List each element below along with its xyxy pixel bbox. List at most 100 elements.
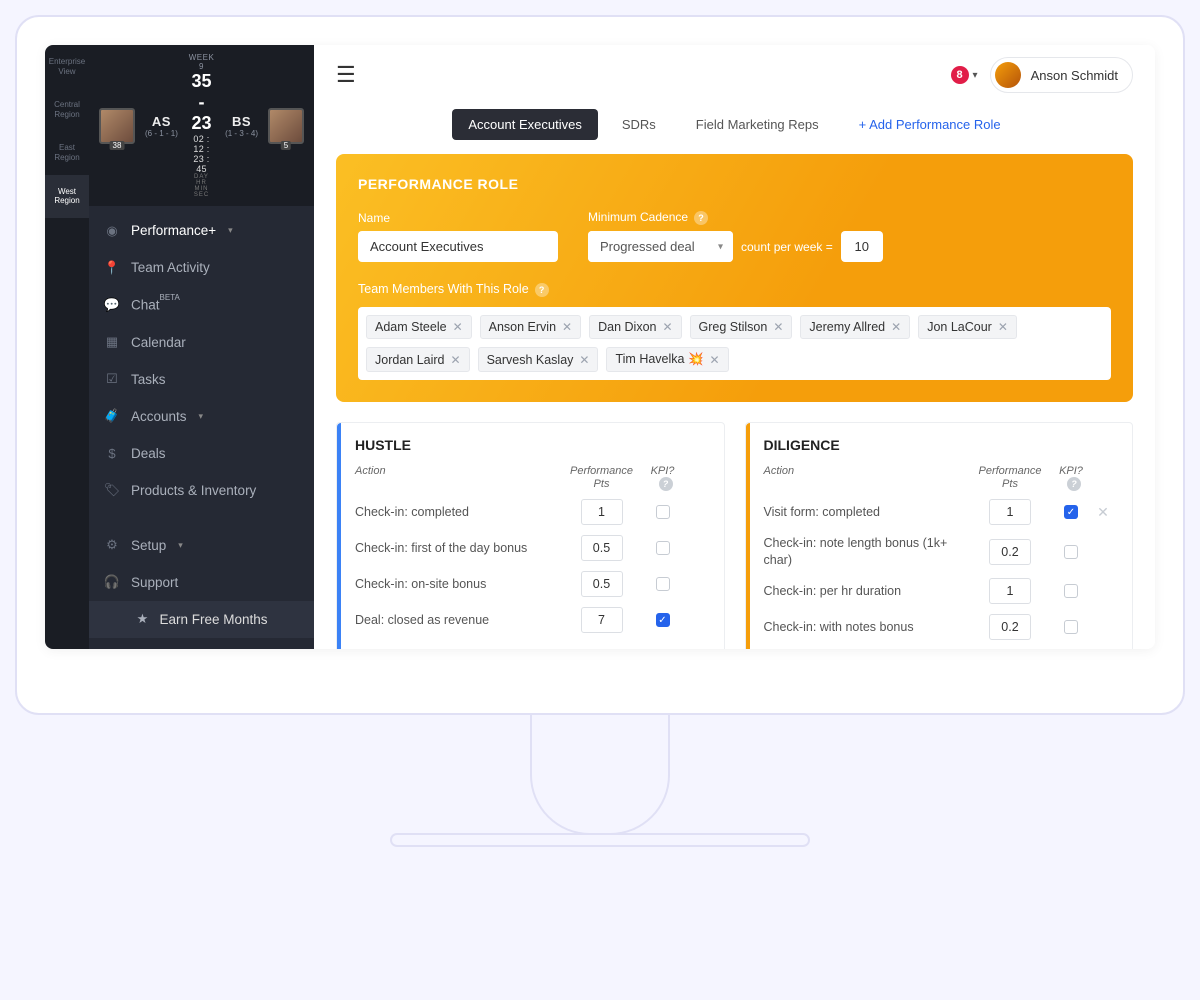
nav-products-label: Products & Inventory [131,483,256,498]
hamburger-icon[interactable]: ☰ [336,62,356,88]
nav-earn-label: Earn Free Months [159,612,267,627]
pts-input[interactable] [581,607,623,633]
rail-west-region[interactable]: West Region [45,175,89,218]
nav-support[interactable]: 🎧 Support [89,564,314,601]
countdown: 02 : 12 : 23 : 45 [188,134,215,174]
member-tag[interactable]: Adam Steele✕ [366,315,472,339]
star-icon: ★ [135,612,149,626]
member-tags[interactable]: Adam Steele✕Anson Ervin✕Dan Dixon✕Greg S… [358,307,1111,380]
remove-icon[interactable]: ✕ [453,320,463,334]
tag-icon: 🏷 [105,483,119,497]
pts-input[interactable] [581,499,623,525]
remove-icon[interactable]: ✕ [579,353,589,367]
member-name: Dan Dixon [598,320,656,334]
user-name: Anson Schmidt [1031,68,1118,83]
kpi-checkbox[interactable] [656,577,670,591]
delete-icon[interactable]: ✕ [1097,504,1109,521]
help-icon[interactable]: ? [659,477,673,491]
nav-deals[interactable]: $ Deals [89,435,314,472]
member-tag[interactable]: Jordan Laird✕ [366,347,470,372]
pts-input[interactable] [989,578,1031,604]
rail-enterprise-view[interactable]: Enterprise View [45,45,89,88]
remove-icon[interactable]: ✕ [773,320,783,334]
nav-team-activity[interactable]: 📍 Team Activity [89,249,314,286]
help-icon[interactable]: ? [1067,477,1081,491]
pts-input[interactable] [989,539,1031,565]
team-left: AS (6 - 1 - 1) [145,114,178,138]
remove-icon[interactable]: ✕ [662,320,672,334]
pts-input[interactable] [989,614,1031,640]
member-tag[interactable]: Greg Stilson✕ [690,315,793,339]
col-kpi: KPI? [651,465,675,477]
remove-icon[interactable]: ✕ [891,320,901,334]
notification-button[interactable]: 8 ▾ [951,66,978,84]
sidebar: 38 AS (6 - 1 - 1) WEEK 9 35 - 23 02 : 12… [89,45,314,649]
kpi-checkbox[interactable] [656,505,670,519]
members-label: Team Members With This Role [358,282,529,296]
help-icon[interactable]: ? [694,211,708,225]
add-performance-role-button[interactable]: + Add Performance Role [843,109,1017,140]
member-tag[interactable]: Jeremy Allred ✕ [800,315,910,339]
nav-accounts[interactable]: 🧳 Accounts ▾ [89,398,314,435]
nav-earn-free-months[interactable]: ★ Earn Free Months [89,601,314,638]
remove-icon[interactable]: ✕ [710,353,720,367]
card-title: PERFORMANCE ROLE [358,176,1111,192]
cadence-count-input[interactable] [841,231,883,262]
help-icon[interactable]: ? [535,283,549,297]
member-name: Jeremy Allred [809,320,885,334]
briefcase-icon: 🧳 [105,409,119,423]
member-tag[interactable]: Dan Dixon ✕ [589,315,681,339]
kpi-checkbox[interactable]: ✓ [656,613,670,627]
pts-input[interactable] [581,571,623,597]
kpi-checkbox[interactable] [1064,584,1078,598]
metric-action: Check-in: per hr duration [764,583,971,599]
col-action: Action [764,465,971,491]
name-label: Name [358,211,558,225]
rail-central-region[interactable]: Central Region [45,88,89,131]
team-right-name: BS [225,114,258,129]
member-tag[interactable]: Tim Havelka 💥✕ [606,347,728,372]
metric-row: Check-in: on-site bonus [355,571,706,597]
member-tag[interactable]: Anson Ervin ✕ [480,315,581,339]
kpi-checkbox[interactable] [1064,620,1078,634]
nav-products[interactable]: 🏷 Products & Inventory [89,472,314,509]
kpi-checkbox[interactable] [656,541,670,555]
nav-calendar[interactable]: ▦ Calendar [89,324,314,361]
metric-action: Deal: closed as revenue [355,612,562,628]
member-name: Sarvesh Kaslay [487,353,574,367]
kpi-checkbox[interactable] [1064,545,1078,559]
col-pts: Performance Pts [970,465,1050,491]
metric-row: Check-in: per hr duration [764,578,1115,604]
metric-action: Check-in: first of the day bonus [355,540,562,556]
pts-input[interactable] [581,535,623,561]
gear-icon: ⚙ [105,538,119,552]
remove-icon[interactable]: ✕ [998,320,1008,334]
team-right-avatar [268,108,304,144]
member-name: Anson Ervin [489,320,556,334]
tab-account-executives[interactable]: Account Executives [452,109,597,140]
metric-row: Check-in: first of the day bonus [355,535,706,561]
pts-input[interactable] [989,499,1031,525]
nav-chat[interactable]: 💬 ChatBETA [89,286,314,324]
nav-deals-label: Deals [131,446,166,461]
rail-east-region[interactable]: East Region [45,131,89,174]
member-tag[interactable]: Jon LaCour✕ [918,315,1017,339]
role-name-input[interactable] [358,231,558,262]
team-right-record: (1 - 3 - 4) [225,129,258,138]
nav-performance[interactable]: ◉ Performance+ ▾ [89,212,314,249]
user-menu[interactable]: Anson Schmidt [990,57,1133,93]
headset-icon: 🎧 [105,575,119,589]
tab-sdrs[interactable]: SDRs [606,109,672,140]
nav-chat-label: Chat [131,298,160,313]
nav-tasks[interactable]: ☑ Tasks [89,361,314,398]
sidebar-rail: Enterprise View Central Region East Regi… [45,45,89,649]
member-tag[interactable]: Sarvesh Kaslay ✕ [478,347,599,372]
nav-setup[interactable]: ⚙ Setup ▾ [89,527,314,564]
tab-field-marketing-reps[interactable]: Field Marketing Reps [680,109,835,140]
remove-icon[interactable]: ✕ [562,320,572,334]
week-label: WEEK 9 [188,53,215,71]
remove-icon[interactable]: ✕ [451,353,461,367]
metric-row: Check-in: completed [355,499,706,525]
kpi-checkbox[interactable]: ✓ [1064,505,1078,519]
cadence-select[interactable]: Progressed deal [588,231,733,262]
